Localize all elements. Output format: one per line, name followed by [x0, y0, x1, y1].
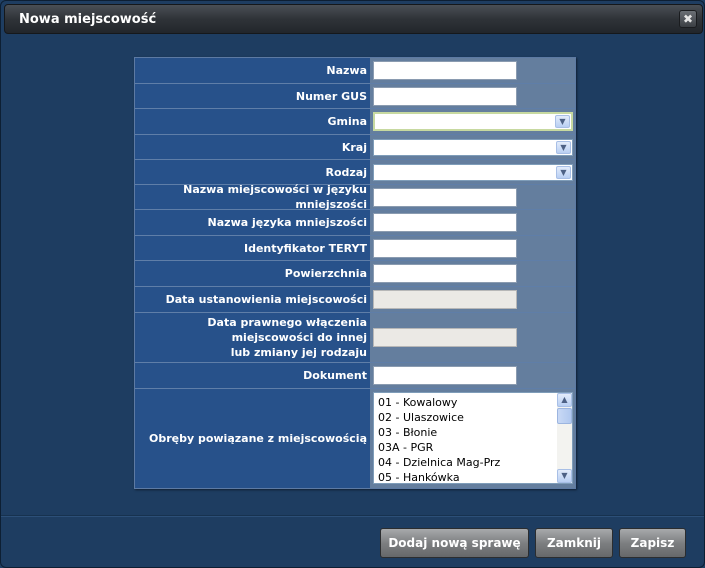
row-obreby: Obręby powiązane z miejscowością 01 - Ko…: [135, 389, 575, 488]
close-icon[interactable]: ✖: [679, 10, 697, 28]
row-nazwa-mniejszosci: Nazwa miejscowości w języku mniejszości: [135, 183, 575, 211]
gmina-select[interactable]: ▼: [373, 112, 573, 131]
nazwa-mniejszosci-input[interactable]: [373, 188, 517, 207]
row-powierzchnia: Powierzchnia: [135, 261, 575, 287]
label-numer-gus: Numer GUS: [295, 89, 367, 103]
list-item[interactable]: 02 - Ulaszowice: [374, 410, 556, 425]
add-case-button[interactable]: Dodaj nową sprawę: [380, 528, 529, 558]
numer-gus-input[interactable]: [373, 87, 517, 106]
list-item[interactable]: 01 - Kowalowy: [374, 395, 556, 410]
list-item[interactable]: 03 - Błonie: [374, 425, 556, 440]
list-item[interactable]: 05 - Hankówka: [374, 470, 556, 483]
nazwa-input[interactable]: [373, 61, 517, 80]
label-powierzchnia: Powierzchnia: [284, 267, 367, 280]
label-data-wlaczenia: Data prawnego włączenia miejscowości do …: [135, 313, 370, 362]
label-kraj: Kraj: [341, 140, 367, 154]
scroll-down-icon[interactable]: ▼: [557, 469, 572, 483]
kraj-select[interactable]: ▼: [373, 139, 573, 156]
rodzaj-select[interactable]: ▼: [373, 164, 573, 181]
teryt-input[interactable]: [373, 239, 517, 258]
dialog-window: Nowa miejscowość ✖ Nazwa Numer GUS Gmina…: [0, 0, 705, 568]
label-line-3: lub zmiany jej rodzaju: [230, 346, 367, 359]
row-gmina: Gmina ▼: [135, 109, 575, 135]
divider: [1, 515, 704, 517]
row-kraj: Kraj ▼: [135, 135, 575, 160]
dialog-title: Nowa miejscowość: [19, 12, 157, 27]
row-numer-gus: Numer GUS: [135, 84, 575, 109]
label-dokument: Dokument: [303, 369, 367, 382]
row-data-ustanowienia: Data ustanowienia miejscowości: [135, 287, 575, 313]
label-nazwa: Nazwa: [326, 64, 367, 77]
label-line-2: miejscowości do innej: [231, 331, 367, 344]
dokument-input[interactable]: [373, 366, 517, 385]
powierzchnia-input[interactable]: [373, 264, 517, 283]
close-button[interactable]: Zamknij: [535, 528, 613, 558]
row-data-wlaczenia: Data prawnego włączenia miejscowości do …: [135, 313, 575, 363]
list-item[interactable]: 03A - PGR: [374, 440, 556, 455]
label-obreby: Obręby powiązane z miejscowością: [148, 432, 367, 445]
save-button[interactable]: Zapisz: [619, 528, 686, 558]
chevron-down-icon[interactable]: ▼: [556, 141, 571, 154]
scroll-up-icon[interactable]: ▲: [557, 393, 572, 407]
row-teryt: Identyfikator TERYT: [135, 236, 575, 261]
nazwa-jezyka-input[interactable]: [373, 213, 517, 232]
listbox-scrollbar[interactable]: ▲ ▼: [557, 393, 572, 483]
row-dokument: Dokument: [135, 363, 575, 389]
row-nazwa-jezyka: Nazwa języka mniejszości: [135, 210, 575, 236]
label-line-1: Data prawnego włączenia: [207, 316, 367, 329]
list-item[interactable]: 04 - Dzielnica Mag-Prz: [374, 455, 556, 470]
scroll-thumb[interactable]: [557, 408, 572, 424]
place-form: Nazwa Numer GUS Gmina ▼ Kraj ▼ Rodzaj ▼ …: [134, 57, 576, 489]
data-wlaczenia-input[interactable]: [373, 328, 517, 347]
label-gmina: Gmina: [327, 115, 367, 128]
chevron-down-icon[interactable]: ▼: [556, 166, 571, 179]
data-ustanowienia-input[interactable]: [373, 290, 517, 309]
label-teryt: Identyfikator TERYT: [243, 241, 367, 255]
label-nazwa-mniejszosci: Nazwa miejscowości w języku mniejszości: [183, 183, 367, 211]
label-nazwa-jezyka: Nazwa języka mniejszości: [207, 216, 367, 229]
label-data-ustanowienia: Data ustanowienia miejscowości: [165, 293, 367, 306]
chevron-down-icon[interactable]: ▼: [555, 115, 570, 128]
row-nazwa: Nazwa: [135, 58, 575, 84]
label-rodzaj: Rodzaj: [325, 165, 368, 179]
obreby-listbox[interactable]: 01 - Kowalowy 02 - Ulaszowice 03 - Błoni…: [373, 392, 573, 484]
dialog-titlebar[interactable]: Nowa miejscowość ✖: [4, 4, 703, 34]
